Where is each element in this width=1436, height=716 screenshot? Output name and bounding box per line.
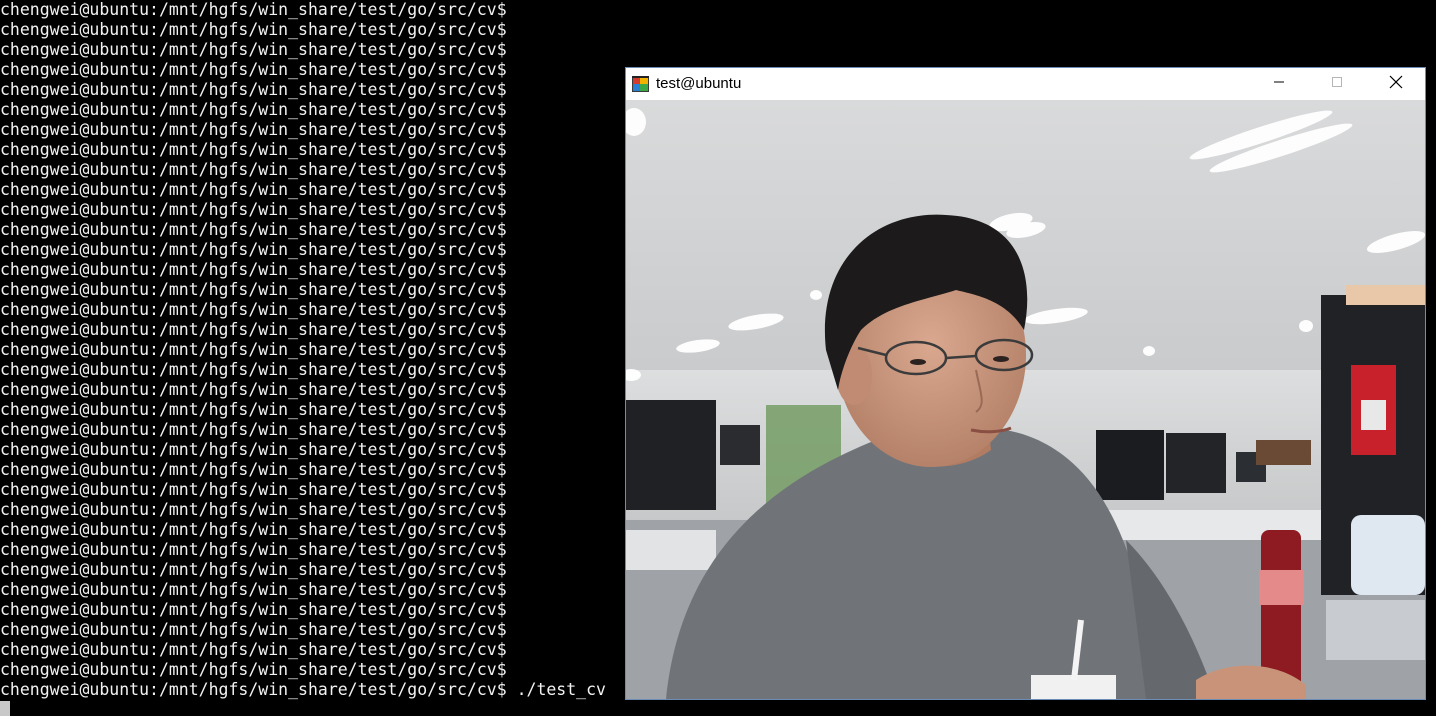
terminal-line: chengwei@ubuntu:/mnt/hgfs/win_share/test…: [0, 560, 606, 580]
terminal-prompt: chengwei@ubuntu:/mnt/hgfs/win_share/test…: [0, 240, 507, 259]
terminal-line: chengwei@ubuntu:/mnt/hgfs/win_share/test…: [0, 640, 606, 660]
window-title: test@ubuntu: [656, 75, 742, 92]
terminal-prompt: chengwei@ubuntu:/mnt/hgfs/win_share/test…: [0, 560, 507, 579]
terminal-cursor: [0, 701, 10, 716]
minimize-button[interactable]: [1250, 68, 1308, 100]
terminal-line: chengwei@ubuntu:/mnt/hgfs/win_share/test…: [0, 660, 606, 680]
terminal-line: chengwei@ubuntu:/mnt/hgfs/win_share/test…: [0, 620, 606, 640]
maximize-button[interactable]: [1308, 68, 1366, 100]
terminal-line: chengwei@ubuntu:/mnt/hgfs/win_share/test…: [0, 140, 606, 160]
terminal-line: chengwei@ubuntu:/mnt/hgfs/win_share/test…: [0, 80, 606, 100]
terminal-prompt: chengwei@ubuntu:/mnt/hgfs/win_share/test…: [0, 580, 507, 599]
terminal-line: chengwei@ubuntu:/mnt/hgfs/win_share/test…: [0, 540, 606, 560]
terminal-command: ./test_cv: [506, 680, 606, 699]
terminal-prompt: chengwei@ubuntu:/mnt/hgfs/win_share/test…: [0, 160, 507, 179]
terminal-line: chengwei@ubuntu:/mnt/hgfs/win_share/test…: [0, 200, 606, 220]
terminal-line: chengwei@ubuntu:/mnt/hgfs/win_share/test…: [0, 300, 606, 320]
terminal-prompt: chengwei@ubuntu:/mnt/hgfs/win_share/test…: [0, 220, 507, 239]
terminal-prompt: chengwei@ubuntu:/mnt/hgfs/win_share/test…: [0, 600, 507, 619]
terminal-prompt: chengwei@ubuntu:/mnt/hgfs/win_share/test…: [0, 0, 507, 19]
terminal-prompt: chengwei@ubuntu:/mnt/hgfs/win_share/test…: [0, 420, 507, 439]
terminal-line: chengwei@ubuntu:/mnt/hgfs/win_share/test…: [0, 420, 606, 440]
terminal-prompt: chengwei@ubuntu:/mnt/hgfs/win_share/test…: [0, 480, 507, 499]
terminal-line: chengwei@ubuntu:/mnt/hgfs/win_share/test…: [0, 240, 606, 260]
terminal-line-current: chengwei@ubuntu:/mnt/hgfs/win_share/test…: [0, 680, 606, 700]
terminal-prompt: chengwei@ubuntu:/mnt/hgfs/win_share/test…: [0, 540, 507, 559]
terminal-prompt: chengwei@ubuntu:/mnt/hgfs/win_share/test…: [0, 200, 507, 219]
terminal-prompt: chengwei@ubuntu:/mnt/hgfs/win_share/test…: [0, 320, 507, 339]
terminal-line: chengwei@ubuntu:/mnt/hgfs/win_share/test…: [0, 580, 606, 600]
terminal-prompt: chengwei@ubuntu:/mnt/hgfs/win_share/test…: [0, 300, 507, 319]
terminal-prompt: chengwei@ubuntu:/mnt/hgfs/win_share/test…: [0, 80, 507, 99]
terminal-prompt: chengwei@ubuntu:/mnt/hgfs/win_share/test…: [0, 620, 507, 639]
terminal-prompt: chengwei@ubuntu:/mnt/hgfs/win_share/test…: [0, 60, 507, 79]
terminal-line: chengwei@ubuntu:/mnt/hgfs/win_share/test…: [0, 160, 606, 180]
terminal-line: chengwei@ubuntu:/mnt/hgfs/win_share/test…: [0, 400, 606, 420]
terminal-line: chengwei@ubuntu:/mnt/hgfs/win_share/test…: [0, 480, 606, 500]
terminal-prompt: chengwei@ubuntu:/mnt/hgfs/win_share/test…: [0, 660, 507, 679]
terminal-prompt: chengwei@ubuntu:/mnt/hgfs/win_share/test…: [0, 440, 507, 459]
terminal-prompt: chengwei@ubuntu:/mnt/hgfs/win_share/test…: [0, 260, 507, 279]
terminal-line: chengwei@ubuntu:/mnt/hgfs/win_share/test…: [0, 320, 606, 340]
terminal-prompt: chengwei@ubuntu:/mnt/hgfs/win_share/test…: [0, 280, 507, 299]
terminal-line: chengwei@ubuntu:/mnt/hgfs/win_share/test…: [0, 0, 606, 20]
terminal-prompt: chengwei@ubuntu:/mnt/hgfs/win_share/test…: [0, 460, 507, 479]
terminal-prompt: chengwei@ubuntu:/mnt/hgfs/win_share/test…: [0, 380, 507, 399]
terminal-line: chengwei@ubuntu:/mnt/hgfs/win_share/test…: [0, 60, 606, 80]
terminal-prompt: chengwei@ubuntu:/mnt/hgfs/win_share/test…: [0, 360, 507, 379]
terminal-line: chengwei@ubuntu:/mnt/hgfs/win_share/test…: [0, 520, 606, 540]
terminal-prompt: chengwei@ubuntu:/mnt/hgfs/win_share/test…: [0, 40, 507, 59]
terminal-line: chengwei@ubuntu:/mnt/hgfs/win_share/test…: [0, 220, 606, 240]
terminal-prompt: chengwei@ubuntu:/mnt/hgfs/win_share/test…: [0, 340, 507, 359]
terminal-line: chengwei@ubuntu:/mnt/hgfs/win_share/test…: [0, 380, 606, 400]
terminal-line: chengwei@ubuntu:/mnt/hgfs/win_share/test…: [0, 460, 606, 480]
terminal-prompt: chengwei@ubuntu:/mnt/hgfs/win_share/test…: [0, 640, 507, 659]
terminal-prompt: chengwei@ubuntu:/mnt/hgfs/win_share/test…: [0, 100, 507, 119]
terminal-line: chengwei@ubuntu:/mnt/hgfs/win_share/test…: [0, 40, 606, 60]
terminal-prompt: chengwei@ubuntu:/mnt/hgfs/win_share/test…: [0, 140, 507, 159]
terminal-output: chengwei@ubuntu:/mnt/hgfs/win_share/test…: [0, 0, 606, 700]
terminal-line: chengwei@ubuntu:/mnt/hgfs/win_share/test…: [0, 280, 606, 300]
terminal-line: chengwei@ubuntu:/mnt/hgfs/win_share/test…: [0, 600, 606, 620]
terminal-prompt: chengwei@ubuntu:/mnt/hgfs/win_share/test…: [0, 500, 507, 519]
app-icon: [632, 76, 649, 92]
camera-frame: [626, 100, 1425, 699]
close-icon: [1389, 75, 1403, 94]
terminal-line: chengwei@ubuntu:/mnt/hgfs/win_share/test…: [0, 340, 606, 360]
terminal-line: chengwei@ubuntu:/mnt/hgfs/win_share/test…: [0, 440, 606, 460]
minimize-icon: [1273, 75, 1285, 93]
terminal-line: chengwei@ubuntu:/mnt/hgfs/win_share/test…: [0, 100, 606, 120]
terminal-line: chengwei@ubuntu:/mnt/hgfs/win_share/test…: [0, 180, 606, 200]
window-titlebar[interactable]: test@ubuntu: [626, 68, 1425, 100]
terminal-line: chengwei@ubuntu:/mnt/hgfs/win_share/test…: [0, 120, 606, 140]
close-button[interactable]: [1367, 68, 1425, 100]
terminal-prompt: chengwei@ubuntu:/mnt/hgfs/win_share/test…: [0, 20, 507, 39]
terminal-line: chengwei@ubuntu:/mnt/hgfs/win_share/test…: [0, 500, 606, 520]
maximize-icon: [1331, 75, 1343, 93]
terminal-line: chengwei@ubuntu:/mnt/hgfs/win_share/test…: [0, 20, 606, 40]
terminal-line: chengwei@ubuntu:/mnt/hgfs/win_share/test…: [0, 360, 606, 380]
terminal-prompt: chengwei@ubuntu:/mnt/hgfs/win_share/test…: [0, 520, 507, 539]
webcam-image: [626, 100, 1425, 699]
terminal-prompt: chengwei@ubuntu:/mnt/hgfs/win_share/test…: [0, 120, 507, 139]
terminal-line: chengwei@ubuntu:/mnt/hgfs/win_share/test…: [0, 260, 606, 280]
terminal-prompt: chengwei@ubuntu:/mnt/hgfs/win_share/test…: [0, 680, 507, 699]
opencv-window[interactable]: test@ubuntu: [625, 67, 1426, 700]
terminal-prompt: chengwei@ubuntu:/mnt/hgfs/win_share/test…: [0, 400, 507, 419]
terminal-prompt: chengwei@ubuntu:/mnt/hgfs/win_share/test…: [0, 180, 507, 199]
